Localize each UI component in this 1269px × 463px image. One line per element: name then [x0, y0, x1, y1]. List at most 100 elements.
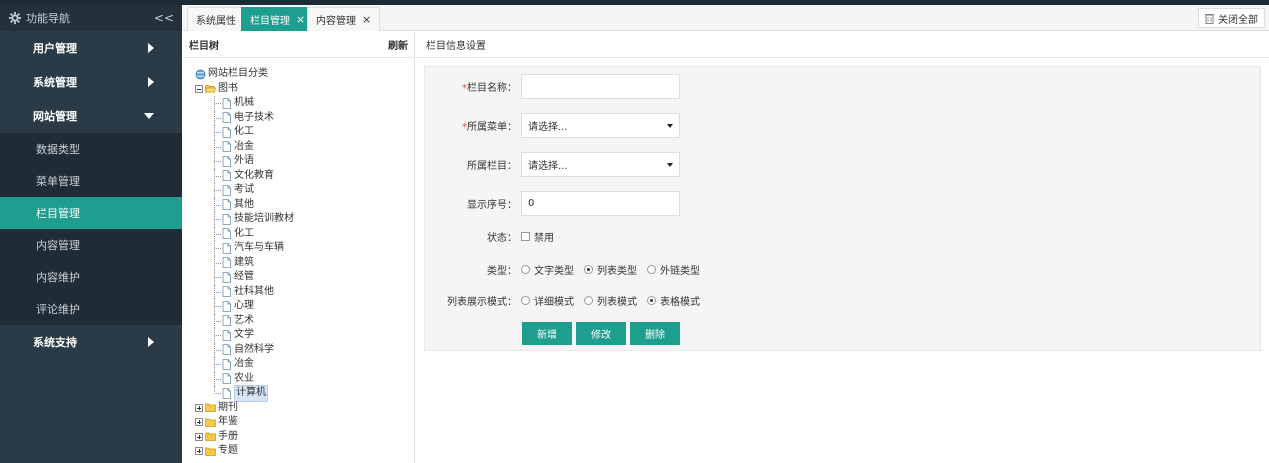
tab-label: 栏目管理 — [250, 16, 290, 27]
parent-column-select[interactable]: 请选择... — [521, 152, 680, 177]
nav-group-label: 用户管理 — [33, 42, 77, 55]
sidebar-item-menu[interactable]: 菜单管理 — [0, 165, 182, 197]
delete-button[interactable]: 删除 — [630, 322, 680, 345]
order-input[interactable]: 0 — [521, 191, 680, 216]
expand-toggle-icon[interactable] — [195, 432, 203, 441]
sidebar-item-content[interactable]: 内容管理 — [0, 229, 182, 261]
refresh-button[interactable]: 刷新 — [388, 37, 408, 52]
tree-connector — [214, 335, 221, 336]
tree-folder[interactable]: 期刊 — [195, 401, 414, 416]
column-name-label: *栏目名称： — [425, 79, 521, 94]
tree-folder[interactable]: 专题 — [195, 444, 414, 459]
tree-connector — [214, 349, 221, 351]
sidebar-item-comment[interactable]: 评论维护 — [0, 293, 182, 325]
tree-leaf[interactable]: 电子技术 — [195, 110, 414, 125]
tree-leaf[interactable]: 艺术 — [195, 313, 414, 328]
radio-dot[interactable] — [584, 265, 593, 274]
row-list-mode: 列表展示模式： 详细模式 列表模式 表格模式 — [425, 293, 710, 308]
sidebar-collapse-button[interactable]: << — [154, 11, 174, 25]
radio-dot[interactable] — [584, 296, 593, 305]
tree-folder-label: 年鉴 — [218, 416, 238, 427]
form-panel-header: 栏目信息设置 — [416, 32, 1269, 58]
close-all-button[interactable]: 关闭全部 — [1198, 8, 1265, 28]
close-icon[interactable]: × — [296, 13, 305, 26]
nav-group-support[interactable]: 系统支持 — [0, 325, 182, 359]
nav-group-website[interactable]: 网站管理 — [0, 99, 182, 133]
tree-leaf[interactable]: 社科其他 — [195, 284, 414, 299]
expand-toggle-icon[interactable] — [195, 418, 203, 427]
mode-radio-detail[interactable]: 详细模式 — [521, 293, 574, 308]
folder-icon — [205, 447, 216, 456]
tree-leaf-label: 考试 — [234, 184, 254, 195]
mode-radio-list[interactable]: 列表模式 — [584, 293, 637, 308]
sidebar-title: 功能导航 — [26, 12, 70, 25]
tab-column-manage[interactable]: 栏目管理 × — [241, 7, 315, 31]
tree-root[interactable]: 网站栏目分类 — [195, 67, 414, 82]
tree-leaves: 机械 电子技术 化工 冶金 外语 文化教育 考试 其他 技能培训教材 化工 汽车与车辆 建筑 经管 社科其… — [195, 96, 414, 402]
tree-leaf-label: 冶金 — [234, 140, 254, 152]
radio-dot[interactable] — [521, 296, 530, 305]
column-name-input[interactable] — [521, 74, 680, 99]
tree-folder[interactable]: 手册 — [195, 430, 414, 445]
expand-toggle-icon[interactable] — [195, 447, 203, 456]
tree-folder[interactable]: 年鉴 — [195, 415, 414, 430]
tree-connector — [214, 117, 221, 119]
tree-connector — [214, 378, 221, 380]
tab-content-manage[interactable]: 内容管理 × — [307, 7, 381, 31]
tree-leaf[interactable]: 化工 — [195, 125, 414, 140]
mode-radio-table[interactable]: 表格模式 — [647, 293, 700, 308]
edit-button[interactable]: 修改 — [576, 322, 626, 345]
sidebar-item-column[interactable]: 栏目管理 — [0, 197, 182, 229]
collapse-toggle-icon[interactable] — [195, 84, 203, 93]
tree-folder-open[interactable]: 图书 — [195, 82, 414, 97]
expand-toggle-icon[interactable] — [195, 403, 203, 412]
type-label: 类型： — [487, 266, 517, 277]
tree-leaf[interactable]: 经管 — [195, 270, 414, 285]
tree-leaf[interactable]: 其他 — [195, 197, 414, 212]
document-icon — [222, 184, 231, 196]
document-icon — [222, 242, 231, 254]
tree-leaf[interactable]: 文化教育 — [195, 168, 414, 183]
tree-leaf[interactable]: 冶金 — [195, 139, 414, 154]
tab-system-props[interactable]: 系统属性 — [187, 7, 245, 31]
type-radio-link[interactable]: 外链类型 — [647, 262, 700, 277]
tree-leaf[interactable]: 外语 — [195, 154, 414, 169]
tree-connector — [214, 103, 221, 104]
menu-select-value: 请选择... — [528, 122, 568, 133]
menu-select[interactable]: 请选择... — [521, 113, 680, 138]
folder-open-icon — [205, 85, 216, 93]
tree-leaf[interactable]: 机械 — [195, 96, 414, 111]
radio-dot[interactable] — [521, 265, 530, 274]
type-radio-list[interactable]: 列表类型 — [584, 262, 637, 277]
add-button[interactable]: 新增 — [522, 322, 572, 345]
tree-leaf[interactable]: 计算机 — [195, 385, 414, 402]
document-icon — [222, 271, 231, 283]
nav-group-system[interactable]: 系统管理 — [0, 65, 182, 99]
tree-leaf[interactable]: 农业 — [195, 371, 414, 386]
checkbox-box[interactable] — [521, 232, 530, 241]
tree-leaf[interactable]: 技能培训教材 — [195, 212, 414, 227]
radio-dot[interactable] — [647, 265, 656, 274]
radio-dot[interactable] — [647, 296, 656, 305]
tree-leaf[interactable]: 汽车与车辆 — [195, 241, 414, 256]
tree-connector — [214, 132, 221, 133]
tree-closed-folders: 期刊 年鉴手册 专题 — [195, 401, 414, 459]
tree-leaf[interactable]: 自然科学 — [195, 342, 414, 357]
tree-leaf[interactable]: 考试 — [195, 183, 414, 198]
tree-connector — [214, 320, 221, 322]
document-icon — [222, 228, 231, 240]
tree-leaf[interactable]: 冶金 — [195, 357, 414, 372]
tree-connector — [214, 146, 221, 148]
document-icon — [222, 300, 231, 312]
tree-leaf[interactable]: 化工 — [195, 226, 414, 241]
sidebar-item-content-maintain[interactable]: 内容维护 — [0, 261, 182, 293]
tree-leaf[interactable]: 心理 — [195, 299, 414, 314]
nav-group-user[interactable]: 用户管理 — [0, 31, 182, 65]
sidebar-item-data-type[interactable]: 数据类型 — [0, 133, 182, 165]
tree-connector — [214, 277, 221, 278]
close-icon[interactable]: × — [362, 13, 371, 26]
status-disable-checkbox[interactable]: 禁用 — [521, 229, 554, 244]
tree-leaf[interactable]: 文学 — [195, 328, 414, 343]
type-radio-text[interactable]: 文字类型 — [521, 262, 574, 277]
tree-leaf[interactable]: 建筑 — [195, 255, 414, 270]
